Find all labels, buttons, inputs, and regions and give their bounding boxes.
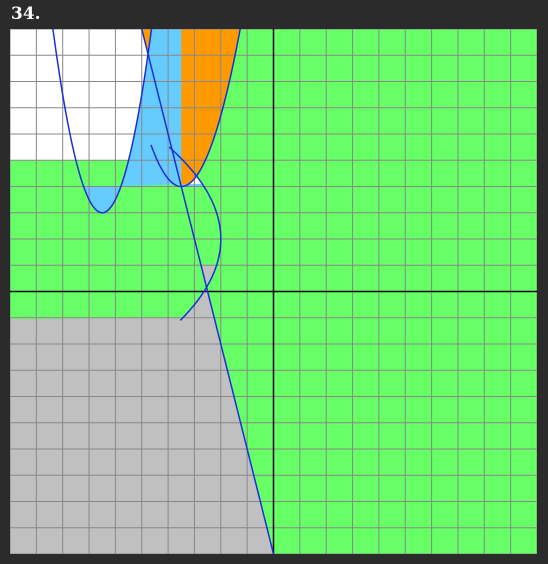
- graph-plot: [10, 29, 537, 554]
- problem-number: 34.: [11, 4, 41, 24]
